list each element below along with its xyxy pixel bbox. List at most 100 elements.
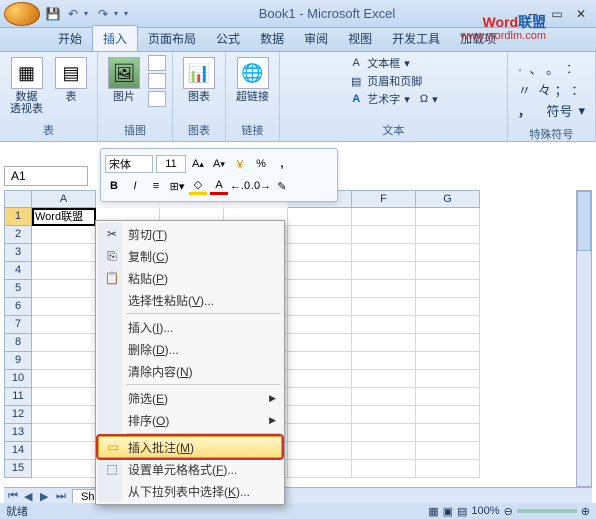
cell[interactable] — [288, 244, 352, 262]
undo-icon[interactable]: ↶ — [64, 5, 82, 23]
ctx-pick-from-list[interactable]: 从下拉列表中选择(K)... — [98, 480, 282, 502]
cell[interactable] — [416, 352, 480, 370]
cell[interactable] — [288, 370, 352, 388]
save-icon[interactable]: 💾 — [44, 5, 62, 23]
cell[interactable] — [416, 334, 480, 352]
cell[interactable] — [416, 298, 480, 316]
restore-button[interactable]: ▭ — [546, 5, 568, 23]
cell[interactable] — [288, 388, 352, 406]
cell[interactable] — [416, 226, 480, 244]
currency-icon[interactable]: ￥ — [231, 155, 249, 173]
font-color-icon[interactable]: A — [210, 177, 228, 195]
vertical-scrollbar[interactable] — [576, 190, 592, 487]
ctx-format-cells[interactable]: ⬚设置单元格格式(F)... — [98, 458, 282, 480]
ctx-copy[interactable]: ⎘复制(C) — [98, 245, 282, 267]
name-box[interactable]: A1 — [4, 166, 88, 186]
cell[interactable] — [352, 226, 416, 244]
symbol-row1[interactable]: · 、 。 ︰ — [518, 59, 585, 78]
cell[interactable] — [32, 370, 96, 388]
cell[interactable] — [288, 406, 352, 424]
grow-font-icon[interactable]: A▴ — [189, 155, 207, 173]
col-header-a[interactable]: A — [32, 190, 96, 208]
select-all-corner[interactable] — [4, 190, 32, 208]
cell[interactable] — [352, 208, 416, 226]
pivot-table-button[interactable]: ▦ 数据 透视表 — [6, 55, 47, 117]
percent-icon[interactable]: % — [252, 155, 270, 173]
row-header[interactable]: 14 — [4, 442, 32, 460]
ctx-filter[interactable]: 筛选(E)▶ — [98, 387, 282, 409]
cell[interactable] — [288, 226, 352, 244]
tab-insert[interactable]: 插入 — [92, 25, 138, 51]
cell[interactable] — [416, 244, 480, 262]
textbox-button[interactable]: A文本框 ▾ — [349, 55, 437, 71]
cell[interactable] — [352, 244, 416, 262]
cell[interactable] — [288, 442, 352, 460]
align-center-icon[interactable]: ≡ — [147, 177, 165, 195]
cell[interactable] — [288, 424, 352, 442]
col-header-f[interactable]: F — [352, 190, 416, 208]
sheet-nav-first[interactable]: ⏮ — [8, 490, 22, 503]
row-header[interactable]: 11 — [4, 388, 32, 406]
cell[interactable] — [32, 406, 96, 424]
redo-icon[interactable]: ↷ — [94, 5, 112, 23]
cell[interactable] — [288, 280, 352, 298]
cell[interactable] — [416, 406, 480, 424]
ctx-sort[interactable]: 排序(O)▶ — [98, 409, 282, 431]
qat-customize[interactable]: ▾ — [124, 5, 132, 23]
cell[interactable] — [352, 442, 416, 460]
cell[interactable] — [288, 352, 352, 370]
cell[interactable] — [32, 424, 96, 442]
cell[interactable] — [352, 424, 416, 442]
cell[interactable] — [32, 460, 96, 478]
cell[interactable] — [32, 262, 96, 280]
cell[interactable] — [352, 352, 416, 370]
close-button[interactable]: ✕ — [570, 5, 592, 23]
cell[interactable] — [32, 298, 96, 316]
ctx-clear[interactable]: 清除内容(N) — [98, 360, 282, 382]
view-pagebreak-icon[interactable]: ▤ — [457, 505, 467, 518]
ctx-insert-comment[interactable]: ▭插入批注(M) — [98, 436, 282, 458]
tab-formulas[interactable]: 公式 — [206, 26, 250, 51]
cell[interactable] — [416, 388, 480, 406]
mini-font-size[interactable] — [156, 155, 186, 173]
row-header[interactable]: 7 — [4, 316, 32, 334]
increase-decimal-icon[interactable]: ←.0 — [231, 177, 249, 195]
fill-color-icon[interactable]: ◇ — [189, 177, 207, 195]
cell[interactable] — [416, 370, 480, 388]
cell[interactable] — [416, 424, 480, 442]
tab-pagelayout[interactable]: 页面布局 — [138, 26, 206, 51]
wordart-button[interactable]: A艺术字 ▾ Ω ▾ — [349, 91, 437, 107]
sheet-nav-prev[interactable]: ◀ — [24, 490, 38, 503]
mini-font-name[interactable] — [105, 155, 153, 173]
cell[interactable] — [416, 460, 480, 478]
zoom-in-button[interactable]: ⊕ — [581, 505, 590, 518]
symbol-row2[interactable]: 〃 々 ； ： — [518, 80, 585, 99]
cell[interactable] — [352, 316, 416, 334]
hyperlink-button[interactable]: 🌐 超链接 — [232, 55, 273, 105]
ctx-paste-special[interactable]: 选择性粘贴(V)... — [98, 289, 282, 311]
cell[interactable] — [352, 460, 416, 478]
clipart-icon[interactable] — [148, 55, 166, 71]
cell[interactable] — [352, 298, 416, 316]
cell[interactable] — [352, 388, 416, 406]
cell[interactable] — [352, 280, 416, 298]
borders-icon[interactable]: ⊞▾ — [168, 177, 186, 195]
cell[interactable] — [32, 244, 96, 262]
cell[interactable] — [288, 316, 352, 334]
cell[interactable] — [32, 316, 96, 334]
bold-icon[interactable]: B — [105, 177, 123, 195]
cell[interactable] — [352, 334, 416, 352]
smartart-icon[interactable] — [148, 91, 166, 107]
row-header-1[interactable]: 1 — [4, 208, 32, 226]
ctx-delete[interactable]: 删除(D)... — [98, 338, 282, 360]
cell[interactable] — [32, 352, 96, 370]
picture-button[interactable]: 🖼 图片 — [104, 55, 144, 105]
cell-a1[interactable]: Word联盟 — [32, 208, 96, 226]
table-button[interactable]: ▤ 表 — [51, 55, 91, 105]
comma-icon[interactable]: , — [273, 155, 291, 173]
cell[interactable] — [32, 280, 96, 298]
cell[interactable] — [416, 262, 480, 280]
view-normal-icon[interactable]: ▦ — [428, 505, 438, 518]
cell[interactable] — [352, 262, 416, 280]
shapes-icon[interactable] — [148, 73, 166, 89]
